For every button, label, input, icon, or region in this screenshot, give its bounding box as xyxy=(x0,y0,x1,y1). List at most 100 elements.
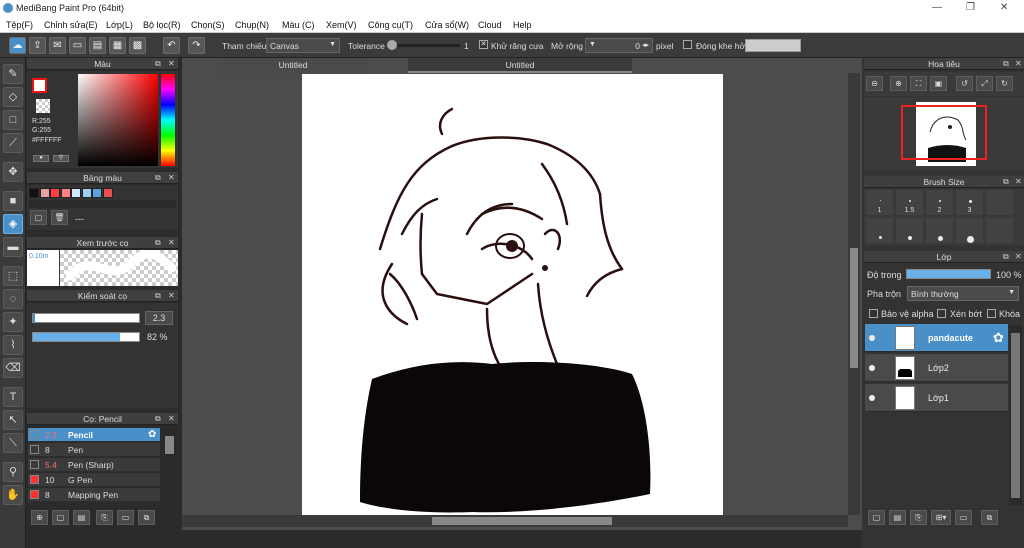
maximize-button[interactable]: ❐ xyxy=(966,2,975,13)
close-icon[interactable]: ✕ xyxy=(1015,176,1022,188)
layer-item[interactable]: Lớp2 xyxy=(865,354,1008,382)
copy-brush-icon[interactable]: ⎘ xyxy=(96,510,113,525)
actual-size-icon[interactable]: ▣ xyxy=(930,76,947,91)
brush-tool-icon[interactable]: ✎ xyxy=(3,64,23,84)
vertical-scrollbar[interactable] xyxy=(848,73,860,515)
reference-select[interactable]: Canvas ▼ xyxy=(266,38,340,53)
brush-size-cell[interactable] xyxy=(925,217,954,244)
brush-list-item[interactable]: 2.3 Pencil ✿ xyxy=(28,428,160,442)
rotate-left-icon[interactable]: ↺ xyxy=(956,76,973,91)
redo-icon[interactable]: ↷ xyxy=(188,37,205,54)
layer-add-menu-icon[interactable]: ⊞▾ xyxy=(931,510,951,525)
brush-size-cell[interactable]: 1 xyxy=(865,189,894,216)
rotate-right-icon[interactable]: ↻ xyxy=(996,76,1013,91)
palette-swatch[interactable] xyxy=(71,188,81,198)
brush-size-cell[interactable] xyxy=(895,217,924,244)
delete-palette-icon[interactable]: 🗑 xyxy=(51,210,68,225)
blend-mode-select[interactable]: Bình thường ▼ xyxy=(907,286,1019,301)
select-eraser-icon[interactable]: ⌫ xyxy=(3,358,23,378)
popout-icon[interactable]: ⧉ xyxy=(155,413,161,425)
layer-list-scroll-thumb[interactable] xyxy=(1011,333,1020,498)
brush-list-item[interactable]: 5.4 Pen (Sharp) xyxy=(28,458,160,472)
operation-tool-icon[interactable]: ↖ xyxy=(3,410,23,430)
fit-icon[interactable]: ⛶ xyxy=(910,76,927,91)
close-gap-checkbox[interactable] xyxy=(683,40,692,49)
brush-size-cell[interactable] xyxy=(865,217,894,244)
brush-list-scrollbar[interactable] xyxy=(163,428,176,508)
expand-input[interactable]: ▼ 0 ◂▸ xyxy=(585,38,653,53)
close-icon[interactable]: ✕ xyxy=(168,413,175,425)
menu-layer[interactable]: Lớp(L) xyxy=(106,20,133,30)
duplicate-layer-icon[interactable]: ⎘ xyxy=(910,510,927,525)
hand-tool-icon[interactable]: ✋ xyxy=(3,485,23,505)
new-layer-icon[interactable]: ▢ xyxy=(868,510,885,525)
menu-filter[interactable]: Bộ lọc(R) xyxy=(143,20,181,30)
brush-menu-icon[interactable]: ▤ xyxy=(73,510,90,525)
brush-size-cell[interactable]: 3 xyxy=(955,189,984,216)
dropper-icon[interactable]: ⚲ xyxy=(53,155,69,162)
menu-view[interactable]: Xem(V) xyxy=(326,20,357,30)
layer-item[interactable]: pandacute ✿ xyxy=(865,324,1008,352)
lock-checkbox[interactable] xyxy=(987,309,996,318)
menu-tools[interactable]: Công cụ(T) xyxy=(368,20,413,30)
cloud-icon[interactable]: ☁ xyxy=(9,37,26,54)
text-tool-icon[interactable]: T xyxy=(3,387,23,407)
dot-tool-icon[interactable]: □ xyxy=(3,110,23,130)
brush-opacity-slider[interactable] xyxy=(32,332,140,342)
rect-select-icon[interactable]: ⬚ xyxy=(3,266,23,286)
lasso-select-icon[interactable]: ◌ xyxy=(3,289,23,309)
close-icon[interactable]: ✕ xyxy=(168,237,175,249)
popout-icon[interactable]: ⧉ xyxy=(155,58,161,70)
menu-window[interactable]: Cửa sổ(W) xyxy=(425,20,469,30)
tolerance-slider-handle[interactable] xyxy=(387,40,397,50)
close-icon[interactable]: ✕ xyxy=(1015,58,1022,70)
brush-size-cell[interactable] xyxy=(985,217,1014,244)
menu-color[interactable]: Màu (C) xyxy=(282,20,315,30)
zoom-out-icon[interactable]: ⊖ xyxy=(866,76,883,91)
popout-icon[interactable]: ⧉ xyxy=(155,172,161,184)
layout-icon[interactable]: ▩ xyxy=(129,37,146,54)
foreground-color-swatch[interactable] xyxy=(32,78,47,93)
magic-wand-icon[interactable]: ✦ xyxy=(3,312,23,332)
vertical-scroll-thumb[interactable] xyxy=(850,248,858,368)
zoom-in-icon[interactable]: ⊕ xyxy=(890,76,907,91)
grid-icon[interactable]: ▦ xyxy=(109,37,126,54)
menu-cloud[interactable]: Cloud xyxy=(478,20,502,30)
saturation-value-picker[interactable] xyxy=(78,74,158,166)
close-icon[interactable]: ✕ xyxy=(168,58,175,70)
page-icon[interactable]: ▤ xyxy=(89,37,106,54)
visibility-icon[interactable] xyxy=(869,365,875,371)
brush-size-cell[interactable] xyxy=(955,217,984,244)
layer-folder-icon[interactable]: ▭ xyxy=(955,510,972,525)
duplicate-icon[interactable]: ⧉ xyxy=(138,510,155,525)
menu-file[interactable]: Tệp(F) xyxy=(6,20,33,30)
move-tool-icon[interactable]: ✥ xyxy=(3,162,23,182)
add-brush-icon[interactable]: ⊕ xyxy=(31,510,48,525)
drawing-canvas[interactable] xyxy=(302,74,723,515)
new-page-icon[interactable]: ▢ xyxy=(52,510,69,525)
antialias-checkbox[interactable]: ✕ xyxy=(479,40,488,49)
close-button[interactable]: ✕ xyxy=(1000,2,1008,13)
clipping-checkbox[interactable] xyxy=(937,309,946,318)
horizontal-scroll-thumb[interactable] xyxy=(432,517,612,525)
visibility-icon[interactable] xyxy=(869,395,875,401)
menu-select[interactable]: Chọn(S) xyxy=(191,20,225,30)
comment-icon[interactable]: ▭ xyxy=(69,37,86,54)
brush-size-cell[interactable] xyxy=(985,189,1014,216)
brush-size-cell[interactable]: 2 xyxy=(925,189,954,216)
brush-size-slider[interactable] xyxy=(32,313,140,323)
select-pen-tool-icon[interactable]: ⟋ xyxy=(3,133,23,153)
reset-view-icon[interactable]: ⤢ xyxy=(976,76,993,91)
layer-opacity-slider[interactable] xyxy=(906,269,991,279)
bucket-tool-icon[interactable]: ◈ xyxy=(3,214,23,234)
visibility-icon[interactable] xyxy=(869,335,875,341)
chat-icon[interactable]: ✉ xyxy=(49,37,66,54)
brush-size-value[interactable]: 2.3 xyxy=(145,311,173,325)
brush-list-scroll-thumb[interactable] xyxy=(165,436,174,454)
select-brush-icon[interactable]: ⌇ xyxy=(3,335,23,355)
palette-swatch[interactable] xyxy=(92,188,102,198)
popout-icon[interactable]: ⧉ xyxy=(1003,176,1009,188)
menu-snap[interactable]: Chụp(N) xyxy=(235,20,269,30)
close-icon[interactable]: ✕ xyxy=(168,172,175,184)
popout-icon[interactable]: ⧉ xyxy=(1003,251,1009,263)
